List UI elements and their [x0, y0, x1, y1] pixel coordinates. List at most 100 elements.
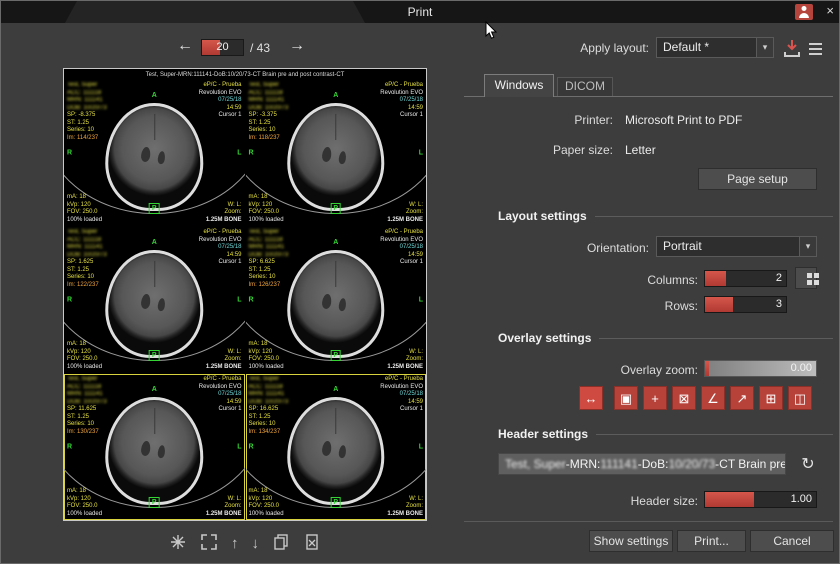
- overlay-settings-header: Overlay settings: [498, 331, 833, 345]
- print-dialog: Print × ← 20 / 43 → Apply layout: Defaul…: [0, 0, 840, 564]
- fit-to-window-button[interactable]: [168, 532, 188, 555]
- reset-header-button[interactable]: ↻: [795, 452, 821, 476]
- tab-windows[interactable]: Windows: [484, 74, 554, 97]
- orientation-marker-left: L: [419, 444, 423, 451]
- slider-fill: [705, 492, 754, 507]
- header-size-slider[interactable]: 1.00: [704, 491, 817, 508]
- paper-size-label: Paper size:: [501, 143, 613, 157]
- orientation-value: Portrait: [657, 237, 799, 256]
- support-button[interactable]: [795, 4, 813, 20]
- print-button[interactable]: Print...: [677, 530, 746, 552]
- orientation-marker-right: R: [67, 150, 72, 157]
- rows-label: Rows:: [591, 299, 698, 313]
- columns-slider[interactable]: 2: [704, 270, 787, 287]
- overlay-bottom-left: mA: 18 kVp: 120 FOV: 250.0 100% loaded: [67, 488, 102, 518]
- layout-list-button[interactable]: [809, 40, 822, 58]
- preview-image-cell[interactable]: Test, Super ACC: 111118 MRN: 111141 DOB:…: [64, 227, 245, 373]
- orientation-marker-right: R: [249, 150, 254, 157]
- overlay-toggle-button[interactable]: ∠: [701, 386, 725, 410]
- next-page-button[interactable]: →: [289, 37, 305, 55]
- person-icon: [795, 4, 813, 20]
- orientation-marker-anterior: A: [333, 239, 338, 246]
- overlay-top-right: eP/C - Prueba Revolution EVO 07/25/18 14…: [199, 82, 242, 120]
- sparkle-icon: [169, 533, 187, 551]
- preview-image-cell[interactable]: Test, Super ACC: 111118 MRN: 111141 DOB:…: [246, 227, 427, 373]
- orientation-marker-left: L: [237, 444, 241, 451]
- overlay-zoom-slider[interactable]: 0.00: [704, 360, 817, 377]
- orientation-marker-anterior: A: [333, 386, 338, 393]
- preview-image-cell[interactable]: Test, Super ACC: 111118 MRN: 111141 DOB:…: [246, 374, 427, 520]
- prev-page-button[interactable]: ←: [177, 37, 193, 55]
- show-settings-button[interactable]: Show settings: [589, 530, 673, 552]
- overlay-bottom-right: W: L: Zoom: 1.25M BONE: [206, 496, 242, 519]
- overlay-top-left: Test, Super ACC: 111118 MRN: 111141 DOB:…: [249, 82, 289, 142]
- move-page-down-button[interactable]: ↓: [251, 535, 261, 552]
- orientation-marker-right: R: [67, 444, 72, 451]
- dialog-title: Print: [1, 5, 839, 19]
- overlay-toggle-icon: ◫: [794, 392, 806, 405]
- orientation-marker-left: L: [237, 297, 241, 304]
- preview-image-cell[interactable]: Test, Super ACC: 111118 MRN: 111141 DOB:…: [64, 374, 245, 520]
- apply-layout-dropdown[interactable]: Default * ▾: [656, 37, 774, 58]
- columns-label: Columns:: [591, 273, 698, 287]
- orientation-marker-left: L: [419, 297, 423, 304]
- overlay-toggle-button[interactable]: ↔: [579, 386, 603, 410]
- tab-dicom[interactable]: DICOM: [557, 77, 613, 96]
- rows-value: 3: [776, 297, 782, 312]
- apply-layout-value: Default *: [657, 38, 756, 57]
- expand-icon: [200, 533, 218, 551]
- overlay-toggle-icon: ⊞: [766, 392, 777, 405]
- rows-slider[interactable]: 3: [704, 296, 787, 313]
- overlay-toggle-button[interactable]: ↗: [730, 386, 754, 410]
- overlay-toggle-icon: ▣: [620, 392, 632, 405]
- overlay-bottom-right: W: L: Zoom: 1.25M BONE: [387, 496, 423, 519]
- slider-fill: [705, 297, 733, 312]
- overlay-bottom-left: mA: 18 kVp: 120 FOV: 250.0 100% loaded: [249, 341, 284, 371]
- preview-image-cell[interactable]: Test, Super ACC: 111118 MRN: 111141 DOB:…: [64, 80, 245, 226]
- cancel-button[interactable]: Cancel: [750, 530, 834, 552]
- overlay-toggle-button[interactable]: +: [643, 386, 667, 410]
- overlay-toggle-icon: +: [651, 392, 659, 405]
- orientation-marker-posterior: P: [330, 203, 341, 214]
- slider-fill: [705, 271, 726, 286]
- preview-toolbar: ↑ ↓: [63, 532, 427, 555]
- orientation-marker-posterior: P: [330, 497, 341, 508]
- paper-size-value: Letter: [625, 143, 656, 157]
- overlay-toggle-button[interactable]: ⊠: [672, 386, 696, 410]
- orientation-marker-posterior: P: [330, 350, 341, 361]
- overlay-bottom-right: W: L: Zoom: 1.25M BONE: [387, 202, 423, 225]
- layout-settings-header: Layout settings: [498, 209, 833, 223]
- header-text-input[interactable]: Test, Super-MRN:111141-DoB:10/20/73-CT B…: [498, 453, 786, 475]
- preview-image-cell[interactable]: Test, Super ACC: 111118 MRN: 111141 DOB:…: [246, 80, 427, 226]
- titlebar: Print ×: [1, 1, 839, 23]
- close-button[interactable]: ×: [826, 3, 834, 18]
- overlay-top-right: eP/C - Prueba Revolution EVO 07/25/18 14…: [199, 376, 242, 414]
- copy-page-button[interactable]: [271, 532, 291, 555]
- delete-page-button[interactable]: [302, 532, 322, 555]
- overlay-top-right: eP/C - Prueba Revolution EVO 07/25/18 14…: [199, 229, 242, 267]
- move-page-up-button[interactable]: ↑: [230, 535, 240, 552]
- overlay-bottom-left: mA: 18 kVp: 120 FOV: 250.0 100% loaded: [67, 341, 102, 371]
- copy-page-icon: [272, 533, 290, 551]
- layout-grid-picker-button[interactable]: [795, 267, 817, 289]
- fullscreen-button[interactable]: [199, 532, 219, 555]
- header-size-label: Header size:: [561, 494, 698, 508]
- overlay-top-left: Test, Super ACC: 111118 MRN: 111141 DOB:…: [249, 376, 289, 436]
- orientation-marker-anterior: A: [152, 92, 157, 99]
- overlay-bottom-left: mA: 18 kVp: 120 FOV: 250.0 100% loaded: [249, 488, 284, 518]
- overlay-toggle-button[interactable]: ⊞: [759, 386, 783, 410]
- printer-label: Printer:: [501, 113, 613, 127]
- orientation-label: Orientation:: [541, 241, 649, 255]
- orientation-dropdown[interactable]: Portrait ▾: [656, 236, 817, 257]
- overlay-toggle-button[interactable]: ◫: [788, 386, 812, 410]
- orientation-marker-left: L: [237, 150, 241, 157]
- save-layout-button[interactable]: [782, 38, 802, 61]
- page-number-input[interactable]: 20: [201, 39, 244, 56]
- preview-header-text: Test, Super-MRN:111141-DoB:10/20/73-CT B…: [64, 70, 426, 80]
- overlay-bottom-right: W: L: Zoom: 1.25M BONE: [206, 349, 242, 372]
- page-setup-button[interactable]: Page setup: [698, 168, 817, 190]
- header-settings-header: Header settings: [498, 427, 833, 441]
- overlay-bottom-left: mA: 18 kVp: 120 FOV: 250.0 100% loaded: [249, 194, 284, 224]
- orientation-marker-anterior: A: [152, 386, 157, 393]
- overlay-toggle-button[interactable]: ▣: [614, 386, 638, 410]
